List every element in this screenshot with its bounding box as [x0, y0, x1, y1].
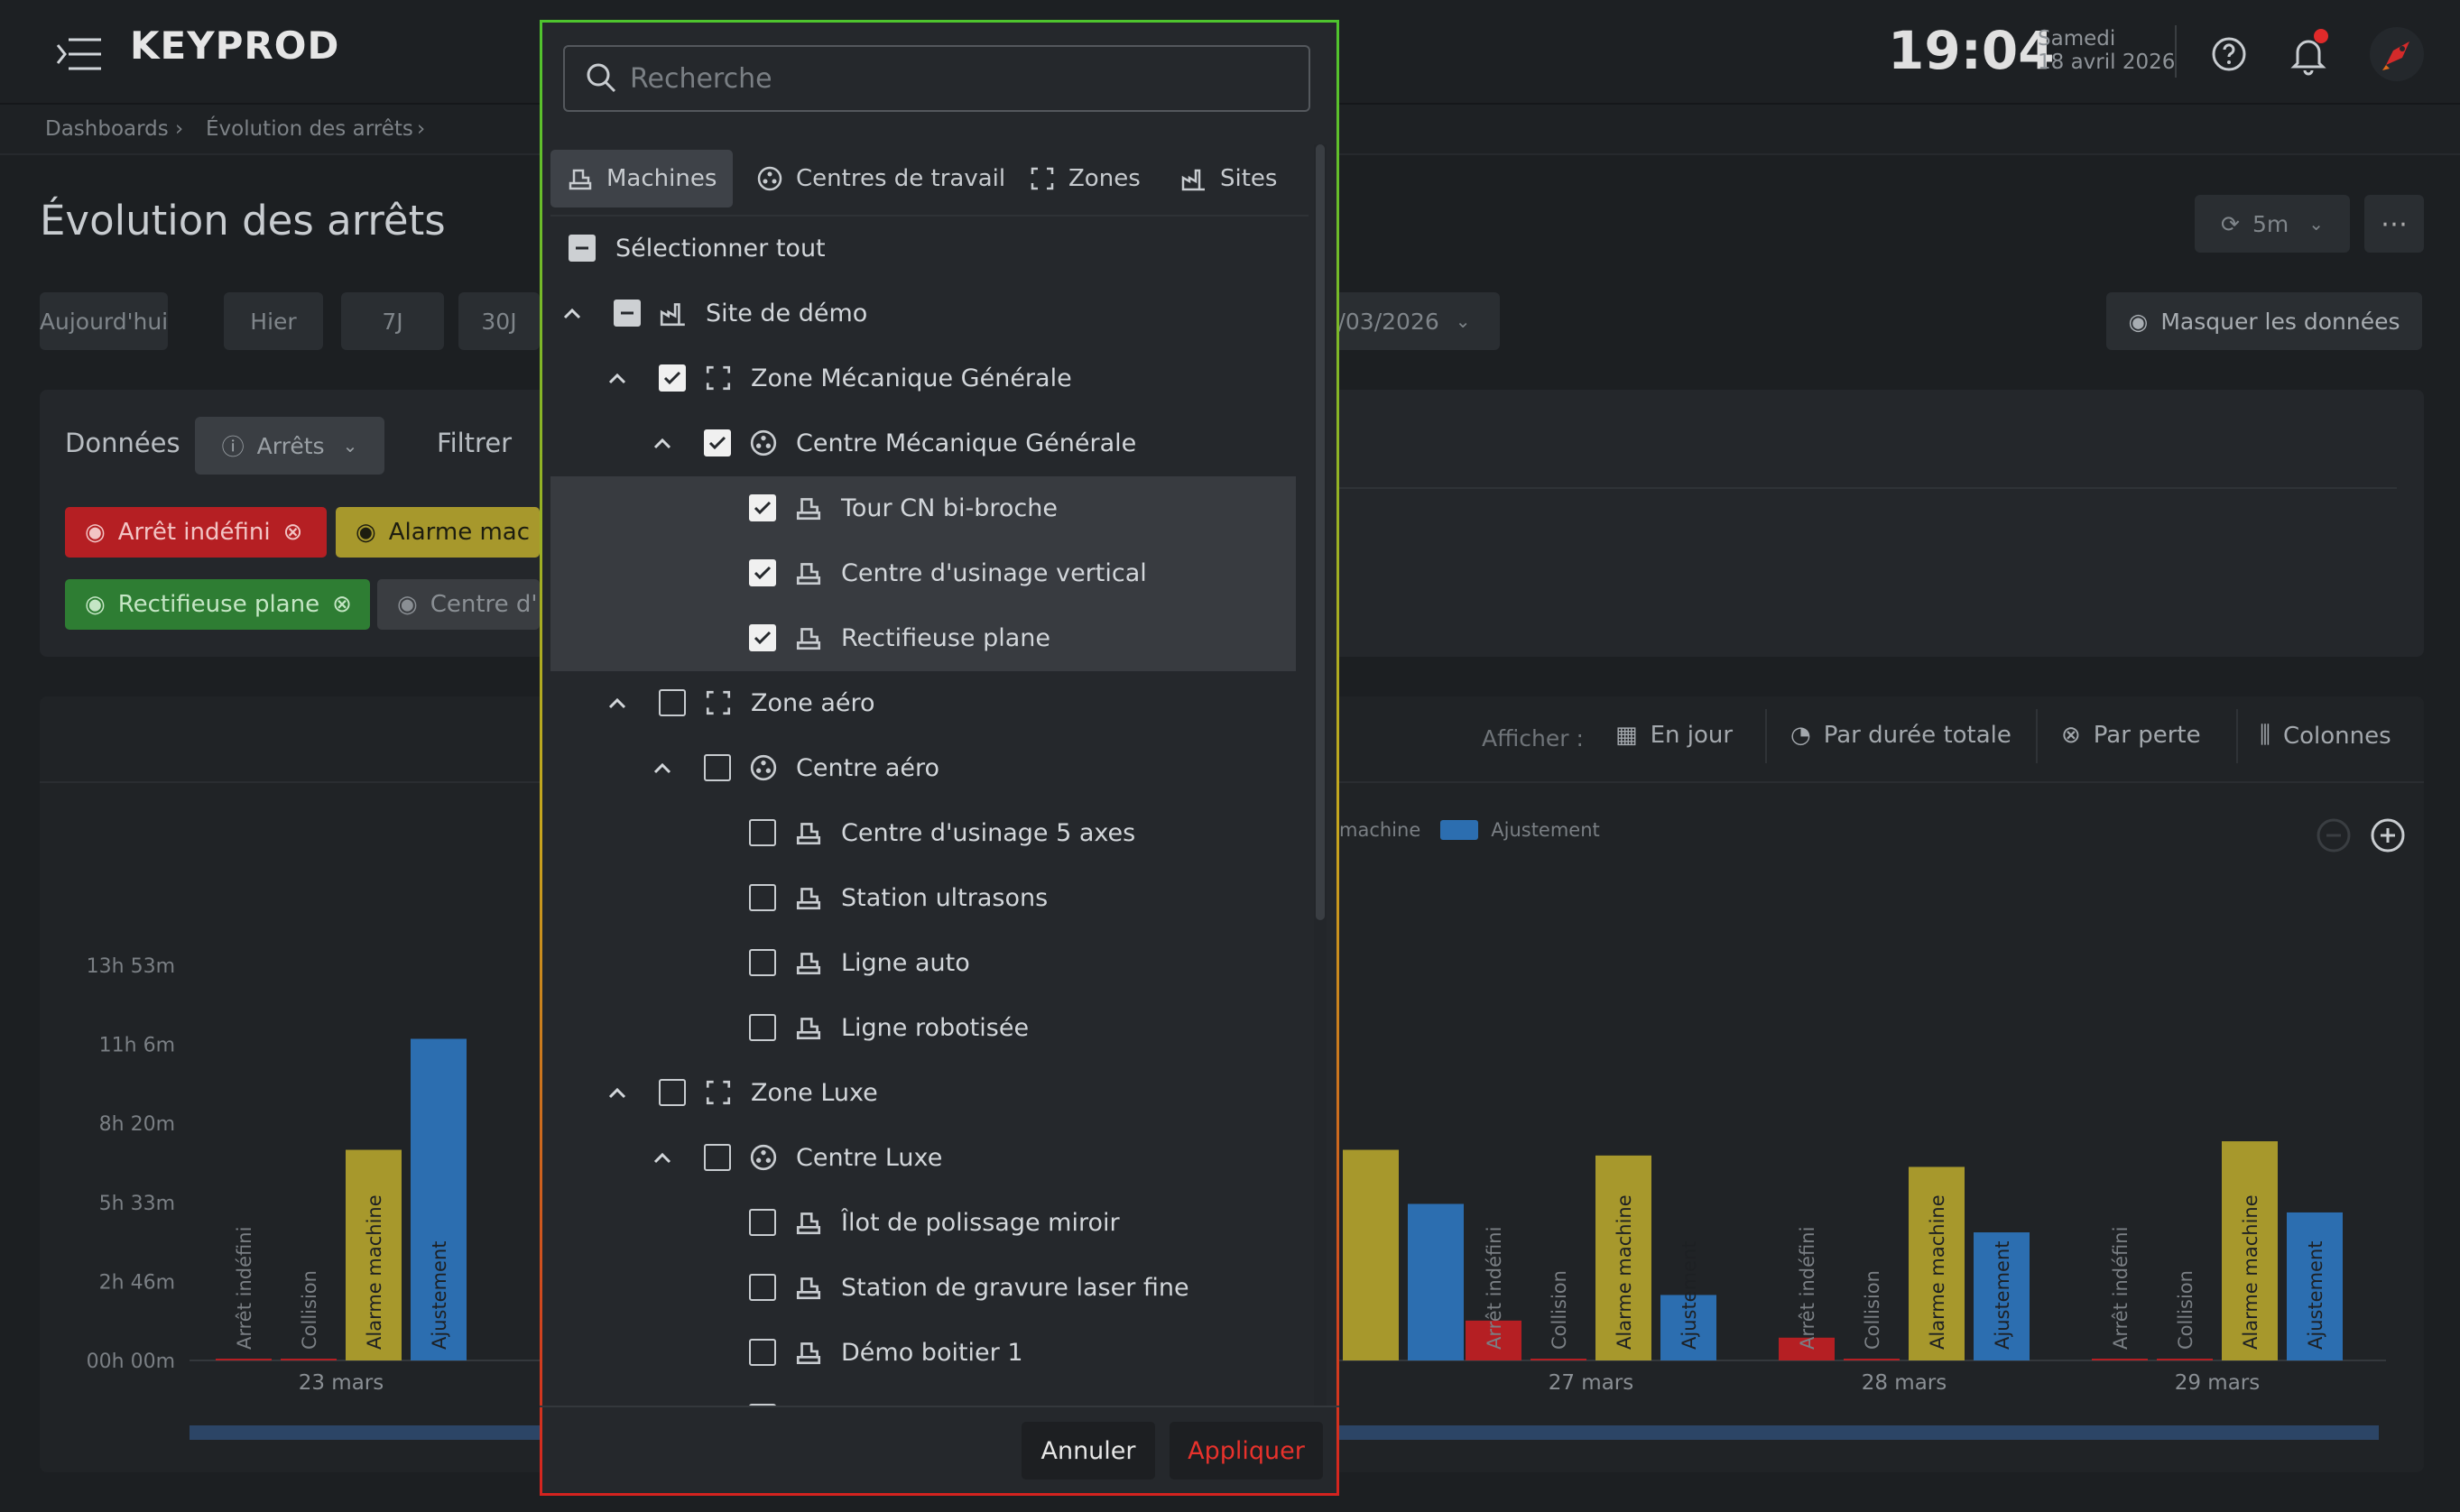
tab-machines[interactable]: Machines: [550, 150, 734, 207]
tree-item-checkbox[interactable]: [659, 364, 686, 392]
tree-item-center[interactable]: Centre aéro: [550, 736, 1296, 801]
tree-item-label: Démo boitier 1: [841, 1339, 1023, 1367]
tab-label: Machines: [606, 165, 717, 192]
tab-work-centers[interactable]: Centres de travail: [740, 150, 1022, 207]
tree-item-checkbox[interactable]: [704, 1144, 731, 1171]
tree-item-label: Centre d'usinage vertical: [841, 559, 1147, 587]
tree-item-machine[interactable]: Centre d'usinage vertical: [550, 541, 1296, 606]
tree-item-checkbox[interactable]: [749, 949, 776, 976]
chevron-up-icon[interactable]: [605, 366, 630, 392]
tree-item-checkbox[interactable]: [704, 429, 731, 456]
work-center-icon: [749, 1143, 778, 1172]
tree-item-machine[interactable]: Ligne robotisée: [550, 996, 1296, 1061]
work-center-icon: [749, 429, 778, 457]
tree-item-label: Zone Mécanique Générale: [751, 364, 1072, 392]
zone-icon: [1029, 165, 1056, 192]
tree-item-label: Zone aéro: [751, 689, 875, 717]
list-scrollbar-thumb[interactable]: [1316, 144, 1325, 920]
machine-icon: [794, 1013, 823, 1042]
tree-item-checkbox[interactable]: [749, 494, 776, 521]
chevron-up-icon[interactable]: [605, 1081, 630, 1106]
tab-sites[interactable]: Sites: [1164, 150, 1293, 207]
tree-item-checkbox[interactable]: [749, 819, 776, 846]
search-icon: [583, 60, 619, 96]
tree-item-label: Centre aéro: [796, 754, 940, 782]
tree-item-label: Ligne auto: [841, 949, 970, 977]
tree-item-machine[interactable]: Ligne auto: [550, 931, 1296, 996]
machine-icon: [567, 165, 594, 192]
tree-item-checkbox[interactable]: [749, 1274, 776, 1301]
apply-button[interactable]: Appliquer: [1170, 1422, 1323, 1480]
chevron-up-icon[interactable]: [560, 301, 585, 327]
machine-icon: [794, 623, 823, 652]
tree-item-checkbox[interactable]: [749, 1014, 776, 1041]
tab-zones[interactable]: Zones: [1013, 150, 1157, 207]
tree-item-label: Centre d'usinage 5 axes: [841, 819, 1136, 847]
zone-icon: [704, 1078, 733, 1107]
machine-tree: Sélectionner tout Site de démo Zone Mécan…: [550, 217, 1296, 1406]
select-all-row[interactable]: Sélectionner tout: [550, 217, 1296, 281]
tree-item-machine[interactable]: Démo boitier 1: [550, 1321, 1296, 1386]
factory-icon: [1180, 165, 1207, 192]
tree-item-center[interactable]: Centre Mécanique Générale: [550, 411, 1296, 476]
tree-item-label: Ligne robotisée: [841, 1014, 1030, 1042]
tree-item-machine[interactable]: Centre d'usinage 5 axes: [550, 801, 1296, 866]
tree-item-checkbox[interactable]: [614, 300, 641, 327]
zone-icon: [704, 364, 733, 392]
tree-item-label: Centre Mécanique Générale: [796, 429, 1137, 457]
factory-icon: [659, 299, 688, 327]
machine-icon: [794, 493, 823, 522]
tree-item-checkbox[interactable]: [749, 884, 776, 911]
cancel-button[interactable]: Annuler: [1022, 1422, 1155, 1480]
machine-icon: [794, 818, 823, 847]
search-input[interactable]: [630, 54, 1280, 103]
tree-item-machine[interactable]: Îlot de polissage miroir: [550, 1191, 1296, 1256]
tab-label: Zones: [1068, 165, 1141, 192]
tree-item-checkbox[interactable]: [749, 1209, 776, 1236]
chevron-up-icon[interactable]: [650, 756, 675, 781]
tree-item-label: Centre Luxe: [796, 1144, 943, 1172]
work-center-icon: [749, 753, 778, 782]
tab-label: Sites: [1220, 165, 1278, 192]
tree-item-site[interactable]: Site de démo: [550, 281, 1296, 346]
tree-item-zone[interactable]: Zone Luxe: [550, 1061, 1296, 1126]
machine-icon: [794, 558, 823, 587]
tree-item-checkbox[interactable]: [704, 754, 731, 781]
chevron-up-icon[interactable]: [605, 691, 630, 716]
tree-item-zone[interactable]: Zone Mécanique Générale: [550, 346, 1296, 411]
tree-item-zone[interactable]: Zone aéro: [550, 671, 1296, 736]
machine-icon: [794, 948, 823, 977]
tree-item-label: Tour CN bi-broche: [841, 494, 1058, 522]
select-all-label: Sélectionner tout: [615, 235, 826, 263]
tree-item-machine[interactable]: [550, 1386, 1296, 1406]
tab-label: Centres de travail: [796, 165, 1006, 192]
tree-item-checkbox[interactable]: [749, 624, 776, 651]
machine-icon: [794, 883, 823, 912]
tree-item-machine[interactable]: Station ultrasons: [550, 866, 1296, 931]
work-center-icon: [756, 165, 783, 192]
chevron-up-icon[interactable]: [650, 431, 675, 456]
tree-item-checkbox[interactable]: [749, 559, 776, 586]
tree-item-label: Station ultrasons: [841, 884, 1049, 912]
tree-item-checkbox[interactable]: [659, 1079, 686, 1106]
tree-item-label: Site de démo: [706, 300, 868, 327]
tree-item-machine[interactable]: Rectifieuse plane: [550, 606, 1296, 671]
tree-item-label: Zone Luxe: [751, 1079, 878, 1107]
tree-item-machine[interactable]: Station de gravure laser fine: [550, 1256, 1296, 1321]
tree-item-checkbox[interactable]: [659, 689, 686, 716]
select-all-checkbox[interactable]: [569, 235, 596, 262]
machine-icon: [794, 1338, 823, 1367]
chevron-up-icon[interactable]: [650, 1146, 675, 1171]
dialog-footer-divider: [540, 1406, 1339, 1407]
tree-item-center[interactable]: Centre Luxe: [550, 1126, 1296, 1191]
tree-item-label: Îlot de polissage miroir: [841, 1209, 1120, 1237]
tree-item-machine[interactable]: Tour CN bi-broche: [550, 476, 1296, 541]
machine-icon: [794, 1208, 823, 1237]
machine-icon: [794, 1273, 823, 1302]
tree-item-label: Rectifieuse plane: [841, 624, 1050, 652]
tree-item-label: Station de gravure laser fine: [841, 1274, 1189, 1302]
zone-icon: [704, 688, 733, 717]
tree-item-checkbox[interactable]: [749, 1339, 776, 1366]
